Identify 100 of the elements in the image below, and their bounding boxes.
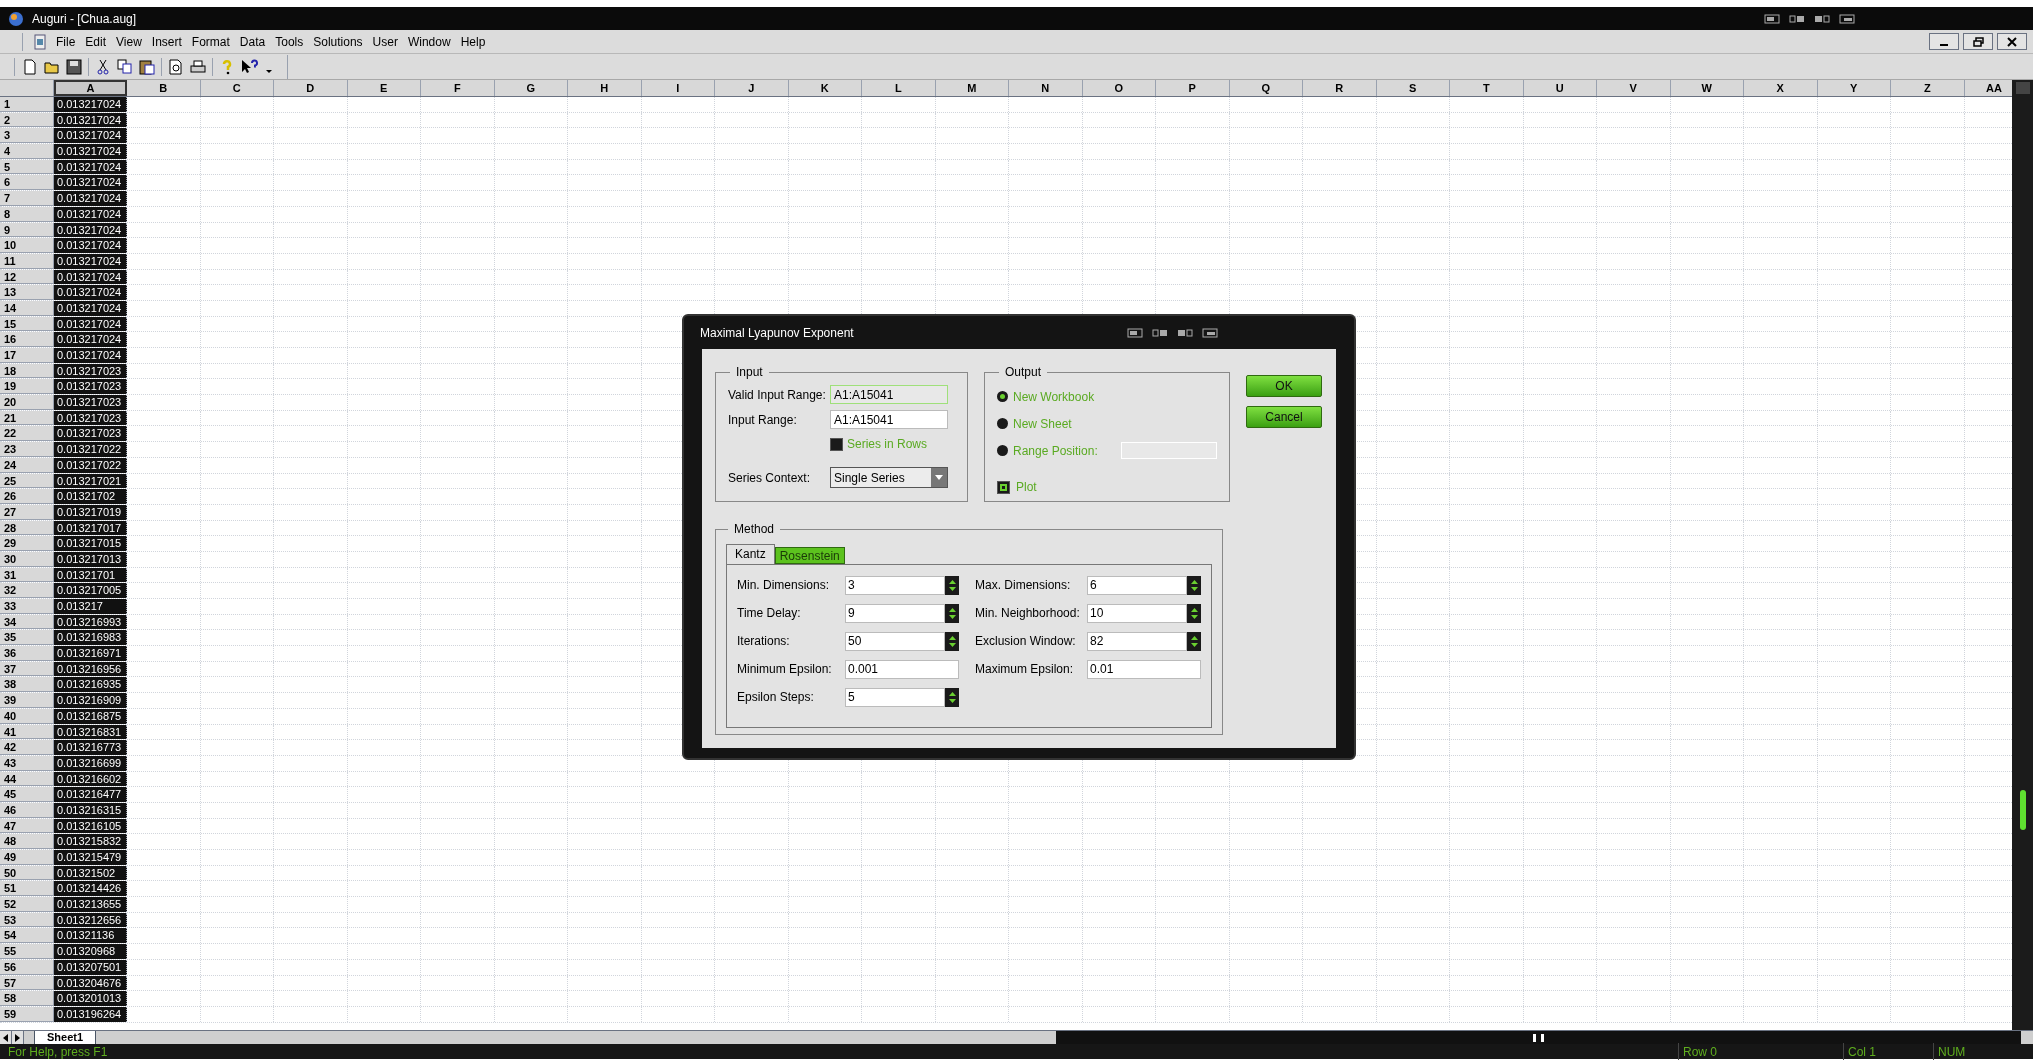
column-header[interactable]: U [1523, 80, 1597, 96]
row-header[interactable]: 19 [0, 379, 54, 395]
column-header[interactable]: A [54, 80, 127, 96]
radio-button[interactable] [997, 418, 1008, 429]
menu-item[interactable]: Window [407, 32, 451, 51]
spin-button[interactable] [945, 603, 959, 623]
row-header[interactable]: 22 [0, 426, 54, 442]
window-layout-icon[interactable] [1127, 327, 1143, 338]
paste-icon[interactable] [139, 58, 155, 75]
window-layout-icon[interactable] [1177, 327, 1193, 338]
row-header[interactable]: 40 [0, 708, 54, 724]
window-layout-icon[interactable] [1764, 13, 1780, 24]
column-header[interactable]: D [274, 80, 348, 96]
number-field[interactable]: 5 [845, 687, 945, 707]
row-header[interactable]: 24 [0, 457, 54, 473]
row-header[interactable]: 33 [0, 599, 54, 614]
row-header[interactable]: 42 [0, 740, 54, 755]
menu-item[interactable]: Solutions [313, 32, 363, 51]
column-header[interactable]: J [715, 80, 789, 96]
column-header[interactable]: G [494, 80, 568, 96]
row-header[interactable]: 13 [0, 285, 54, 300]
column-header[interactable]: I [641, 80, 715, 96]
spin-button[interactable] [1187, 575, 1201, 595]
row-header[interactable]: 30 [0, 551, 54, 567]
valid-range-field[interactable]: A1:A15041 [830, 385, 948, 404]
row-header[interactable]: 32 [0, 583, 54, 598]
number-field[interactable]: 50 [845, 631, 945, 651]
window-layout-icon[interactable] [1152, 327, 1168, 338]
column-header[interactable]: W [1670, 80, 1744, 96]
row-header[interactable]: 16 [0, 332, 54, 347]
menu-item[interactable]: Data [239, 32, 266, 51]
sheet-nav-button[interactable] [0, 1031, 12, 1044]
number-field[interactable]: 3 [845, 575, 945, 595]
window-layout-icon[interactable] [1202, 327, 1218, 338]
window-layout-icon[interactable] [1814, 13, 1830, 24]
cut-icon[interactable] [95, 58, 111, 75]
column-header[interactable]: O [1082, 80, 1156, 96]
restore-button[interactable] [1963, 33, 1993, 50]
menu-item[interactable]: Tools [275, 32, 304, 51]
dialog-button[interactable]: Cancel [1246, 406, 1322, 428]
context-help-icon[interactable] [241, 58, 259, 75]
row-header[interactable]: 23 [0, 442, 54, 457]
column-header[interactable]: Q [1229, 80, 1303, 96]
column-header[interactable]: M [935, 80, 1009, 96]
row-header[interactable]: 28 [0, 520, 54, 536]
row-header[interactable]: 2 [0, 112, 54, 128]
row-header[interactable]: 21 [0, 410, 54, 426]
row-header[interactable]: 59 [0, 1006, 54, 1022]
row-header[interactable]: 27 [0, 504, 54, 520]
input-range-field[interactable]: A1:A15041 [830, 410, 948, 429]
print-preview-icon[interactable] [168, 58, 184, 75]
spin-button[interactable] [1187, 631, 1201, 651]
column-header[interactable]: S [1376, 80, 1450, 96]
column-header[interactable]: X [1744, 80, 1818, 96]
column-header[interactable]: Y [1817, 80, 1891, 96]
number-field[interactable]: 6 [1087, 575, 1187, 595]
row-header[interactable]: 52 [0, 897, 54, 912]
spin-button[interactable] [1187, 603, 1201, 623]
row-header[interactable]: 7 [0, 191, 54, 206]
sheet-nav-button[interactable] [12, 1031, 24, 1044]
radio-button[interactable] [997, 391, 1008, 402]
row-header[interactable]: 37 [0, 661, 54, 677]
row-header[interactable]: 36 [0, 646, 54, 661]
row-header[interactable]: 45 [0, 787, 54, 802]
row-header[interactable]: 10 [0, 238, 54, 253]
column-header[interactable]: E [347, 80, 421, 96]
checkbox[interactable] [830, 437, 843, 451]
tab[interactable]: Rosenstein [774, 547, 845, 564]
row-header[interactable]: 44 [0, 771, 54, 787]
column-header[interactable]: B [127, 80, 201, 96]
number-field[interactable]: 10 [1087, 603, 1187, 623]
row-header[interactable]: 18 [0, 363, 54, 379]
column-header[interactable]: H [568, 80, 642, 96]
row-header[interactable]: 1 [0, 97, 54, 112]
row-header[interactable]: 17 [0, 348, 54, 363]
sheet-tab[interactable]: Sheet1 [34, 1031, 97, 1044]
row-header[interactable]: 29 [0, 536, 54, 551]
row-header[interactable]: 20 [0, 395, 54, 410]
menu-item[interactable]: View [116, 32, 142, 51]
number-field[interactable]: 0.001 [845, 659, 959, 679]
row-header[interactable]: 55 [0, 944, 54, 959]
column-header[interactable]: P [1156, 80, 1230, 96]
copy-icon[interactable] [117, 58, 133, 75]
menu-item[interactable]: File [56, 32, 76, 51]
row-header[interactable]: 26 [0, 489, 54, 504]
series-context-dropdown[interactable]: Single Series [830, 467, 948, 488]
row-header[interactable]: 31 [0, 567, 54, 583]
row-header[interactable]: 54 [0, 928, 54, 944]
window-layout-icon[interactable] [1839, 13, 1855, 24]
close-button[interactable] [1997, 33, 2027, 50]
row-header[interactable]: 35 [0, 630, 54, 646]
column-header[interactable]: N [1009, 80, 1083, 96]
row-header[interactable]: 34 [0, 614, 54, 630]
row-header[interactable]: 51 [0, 881, 54, 897]
row-header[interactable]: 49 [0, 850, 54, 865]
row-header[interactable]: 58 [0, 991, 54, 1006]
menu-item[interactable]: Edit [85, 32, 107, 51]
menu-item[interactable]: User [372, 32, 398, 51]
row-header[interactable]: 50 [0, 865, 54, 881]
new-file-icon[interactable] [22, 58, 38, 75]
